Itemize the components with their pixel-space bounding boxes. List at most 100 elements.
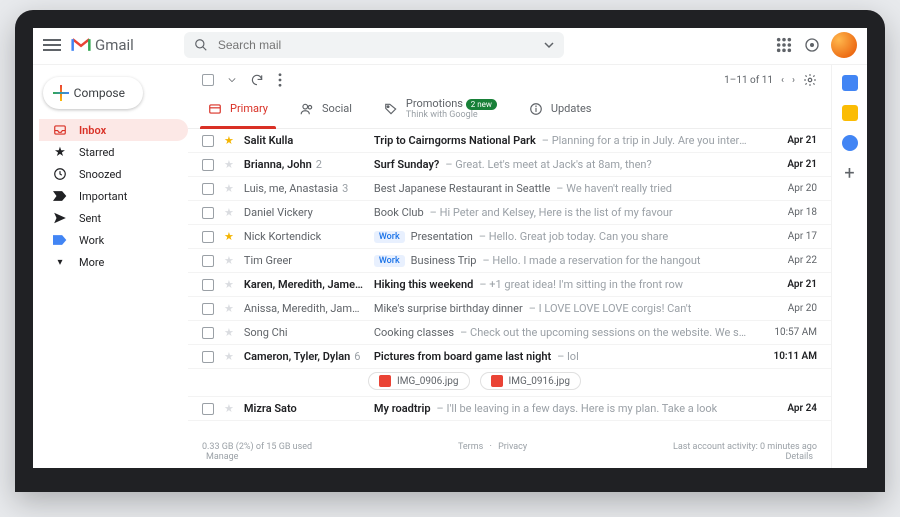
select-all-checkbox[interactable] bbox=[202, 74, 214, 86]
privacy-link[interactable]: Privacy bbox=[498, 442, 527, 452]
email-row[interactable]: ★Brianna, John2Surf Sunday? – Great. Let… bbox=[188, 153, 831, 177]
sender: Tim Greer bbox=[244, 254, 364, 267]
sidebar-item-more[interactable]: ▾ More bbox=[39, 251, 188, 273]
tasks-icon[interactable] bbox=[842, 135, 858, 151]
star-icon[interactable]: ★ bbox=[224, 230, 234, 243]
nav-label: Inbox bbox=[79, 124, 106, 137]
image-icon bbox=[491, 375, 503, 387]
email-row[interactable]: ★ Luis, me, Anastasia3 Best Japanese Resta… bbox=[188, 177, 831, 201]
details-link[interactable]: Details bbox=[785, 452, 813, 462]
row-checkbox[interactable] bbox=[202, 279, 214, 291]
date: Apr 21 bbox=[761, 279, 817, 290]
sender: Luis, me, Anastasia3 bbox=[244, 182, 364, 195]
sender: Song Chi bbox=[244, 326, 364, 339]
subject: Best Japanese Restaurant in Seattle bbox=[374, 182, 550, 195]
email-row[interactable]: ★Daniel VickeryBook Club – Hi Peter and … bbox=[188, 201, 831, 225]
refresh-icon[interactable] bbox=[250, 73, 264, 87]
row-checkbox[interactable] bbox=[202, 135, 214, 147]
work-icon bbox=[53, 233, 67, 247]
notifications-icon[interactable] bbox=[803, 36, 821, 54]
sidebar: Compose Inbox ★StarredSnoozedImportantSen… bbox=[33, 65, 188, 468]
row-checkbox[interactable] bbox=[202, 303, 214, 315]
email-row[interactable]: ★Song ChiCooking classes – Check out the… bbox=[188, 321, 831, 345]
row-checkbox[interactable] bbox=[202, 159, 214, 171]
star-icon[interactable]: ★ bbox=[224, 134, 234, 147]
keep-icon[interactable] bbox=[842, 105, 858, 121]
next-page-button[interactable]: › bbox=[792, 75, 795, 86]
tab-social[interactable]: Social bbox=[284, 89, 368, 128]
email-row[interactable]: ★Tim GreerWorkBusiness Trip – Hello. I m… bbox=[188, 249, 831, 273]
attachment-chip[interactable]: IMG_0916.jpg bbox=[480, 372, 582, 390]
star-icon[interactable]: ★ bbox=[224, 402, 234, 415]
search-bar[interactable] bbox=[184, 32, 564, 58]
snippet: – Hello. I made a reservation for the ha… bbox=[482, 254, 700, 267]
subject: Book Club bbox=[374, 206, 424, 219]
tab-updates[interactable]: Updates bbox=[513, 89, 608, 128]
subject: Surf Sunday? bbox=[374, 158, 439, 171]
sidebar-item-work[interactable]: Work bbox=[39, 229, 188, 251]
sender: Karen, Meredith, James5 bbox=[244, 278, 364, 291]
nav-label: More bbox=[79, 256, 104, 269]
compose-button[interactable]: Compose bbox=[43, 77, 143, 109]
row-checkbox[interactable] bbox=[202, 351, 214, 363]
toolbar: 1–11 of 11 ‹ › bbox=[188, 65, 831, 89]
snippet: – +1 great idea! I'm sitting in the fron… bbox=[479, 278, 683, 291]
date: Apr 24 bbox=[761, 403, 817, 414]
sidebar-item-inbox[interactable]: Inbox bbox=[39, 119, 188, 141]
image-icon bbox=[379, 375, 391, 387]
date: Apr 20 bbox=[761, 183, 817, 194]
select-dropdown-icon[interactable] bbox=[228, 76, 236, 84]
header: Gmail bbox=[33, 28, 867, 65]
email-row[interactable]: ★Cameron, Tyler, Dylan6Pictures from boa… bbox=[188, 345, 831, 369]
star-icon[interactable]: ★ bbox=[224, 278, 234, 291]
gmail-logo[interactable]: Gmail bbox=[71, 36, 134, 54]
add-app-button[interactable]: + bbox=[844, 165, 854, 183]
snippet: – lol bbox=[557, 350, 579, 363]
email-row[interactable]: ★Karen, Meredith, James5Hiking this week… bbox=[188, 273, 831, 297]
star-icon[interactable]: ★ bbox=[224, 206, 234, 219]
prev-page-button[interactable]: ‹ bbox=[781, 75, 784, 86]
menu-icon[interactable] bbox=[43, 39, 61, 51]
email-row[interactable]: ★Nick KortendickWorkPresentation – Hello… bbox=[188, 225, 831, 249]
row-checkbox[interactable] bbox=[202, 327, 214, 339]
snippet: – Hello. Great job today. Can you share bbox=[479, 230, 668, 243]
more-icon: ▾ bbox=[53, 255, 67, 269]
subject: Trip to Cairngorms National Park bbox=[374, 134, 536, 147]
terms-link[interactable]: Terms bbox=[458, 442, 483, 452]
row-checkbox[interactable] bbox=[202, 207, 214, 219]
email-row[interactable]: ★ Salit Kulla Trip to Cairngorms National … bbox=[188, 129, 831, 153]
subject: Mike's surprise birthday dinner bbox=[374, 302, 523, 315]
calendar-icon[interactable] bbox=[842, 75, 858, 91]
sidebar-item-important[interactable]: Important bbox=[39, 185, 188, 207]
star-icon[interactable]: ★ bbox=[224, 302, 234, 315]
row-checkbox[interactable] bbox=[202, 255, 214, 267]
snoozed-icon bbox=[53, 167, 67, 181]
sender: Brianna, John2 bbox=[244, 158, 364, 171]
star-icon[interactable]: ★ bbox=[224, 254, 234, 267]
sender: Salit Kulla bbox=[244, 134, 364, 147]
category-tabs: Primary Social Promotions 2 new Think wi… bbox=[188, 89, 831, 129]
star-icon[interactable]: ★ bbox=[224, 326, 234, 339]
row-checkbox[interactable] bbox=[202, 403, 214, 415]
chevron-down-icon[interactable] bbox=[544, 40, 554, 50]
manage-link[interactable]: Manage bbox=[206, 452, 238, 462]
attachment-chip[interactable]: IMG_0906.jpg bbox=[368, 372, 470, 390]
more-icon[interactable] bbox=[278, 73, 282, 87]
sidebar-item-snoozed[interactable]: Snoozed bbox=[39, 163, 188, 185]
email-row[interactable]: ★Anissa, Meredith, James3Mike's surprise… bbox=[188, 297, 831, 321]
email-row[interactable]: ★Mizra SatoMy roadtrip – I'll be leaving… bbox=[188, 397, 831, 421]
row-checkbox[interactable] bbox=[202, 183, 214, 195]
row-checkbox[interactable] bbox=[202, 231, 214, 243]
search-input[interactable] bbox=[218, 38, 534, 52]
tab-promotions[interactable]: Promotions 2 new Think with Google bbox=[368, 89, 513, 128]
sidebar-item-starred[interactable]: ★Starred bbox=[39, 141, 188, 163]
avatar[interactable] bbox=[831, 32, 857, 58]
gear-icon[interactable] bbox=[803, 73, 817, 87]
star-icon[interactable]: ★ bbox=[224, 182, 234, 195]
tab-primary[interactable]: Primary bbox=[192, 89, 284, 128]
star-icon[interactable]: ★ bbox=[224, 158, 234, 171]
star-icon[interactable]: ★ bbox=[224, 350, 234, 363]
sidebar-item-sent[interactable]: Sent bbox=[39, 207, 188, 229]
snippet: – Planning for a trip in July. Are you i… bbox=[542, 134, 751, 147]
apps-icon[interactable] bbox=[775, 36, 793, 54]
